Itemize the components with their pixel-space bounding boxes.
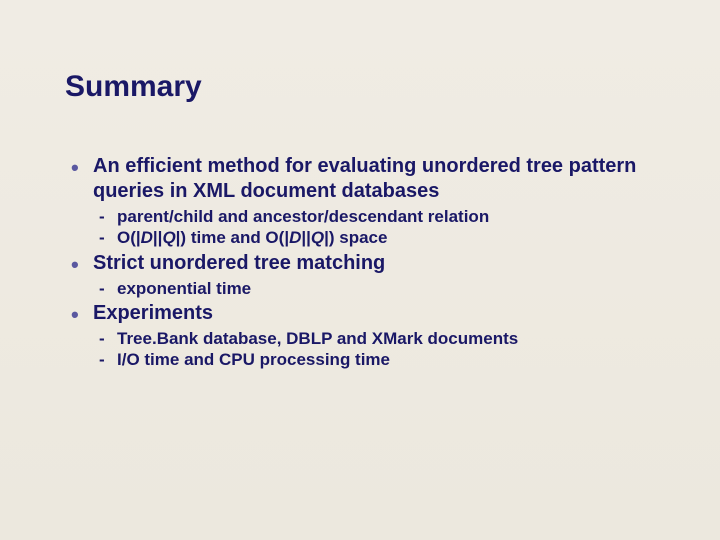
slide-summary: Summary An efficient method for evaluati… — [0, 0, 720, 412]
bullet-text: Experiments — [93, 302, 213, 324]
text-italic-d: D — [289, 228, 301, 247]
text-frag: || — [301, 228, 311, 247]
text-italic-q: Q — [311, 228, 324, 247]
sub-bullet-complexity: O(|D||Q|) time and O(|D||Q|) space — [117, 227, 660, 248]
text-frag: O(| — [117, 228, 141, 247]
bullet-text: Strict unordered tree matching — [93, 252, 385, 274]
text-italic-q: Q — [162, 228, 175, 247]
sub-list: Tree.Bank database, DBLP and XMark docum… — [93, 328, 660, 371]
sub-bullet-databases: Tree.Bank database, DBLP and XMark docum… — [117, 328, 660, 349]
text-frag: |) time and O(| — [176, 228, 289, 247]
bullet-efficient-method: An efficient method for evaluating unord… — [93, 154, 660, 249]
text-frag: |) space — [324, 228, 387, 247]
text-italic-d: D — [141, 228, 153, 247]
bullet-strict-matching: Strict unordered tree matching exponenti… — [93, 251, 660, 299]
sub-list: exponential time — [93, 278, 660, 299]
bullet-list: An efficient method for evaluating unord… — [65, 154, 660, 370]
sub-bullet-exponential: exponential time — [117, 278, 660, 299]
bullet-experiments: Experiments Tree.Bank database, DBLP and… — [93, 301, 660, 371]
sub-list: parent/child and ancestor/descendant rel… — [93, 206, 660, 249]
slide-title: Summary — [65, 70, 660, 104]
text-frag: || — [153, 228, 163, 247]
sub-bullet-relations: parent/child and ancestor/descendant rel… — [117, 206, 660, 227]
sub-bullet-io-cpu: I/O time and CPU processing time — [117, 349, 660, 370]
bullet-text: An efficient method for evaluating unord… — [93, 155, 636, 202]
